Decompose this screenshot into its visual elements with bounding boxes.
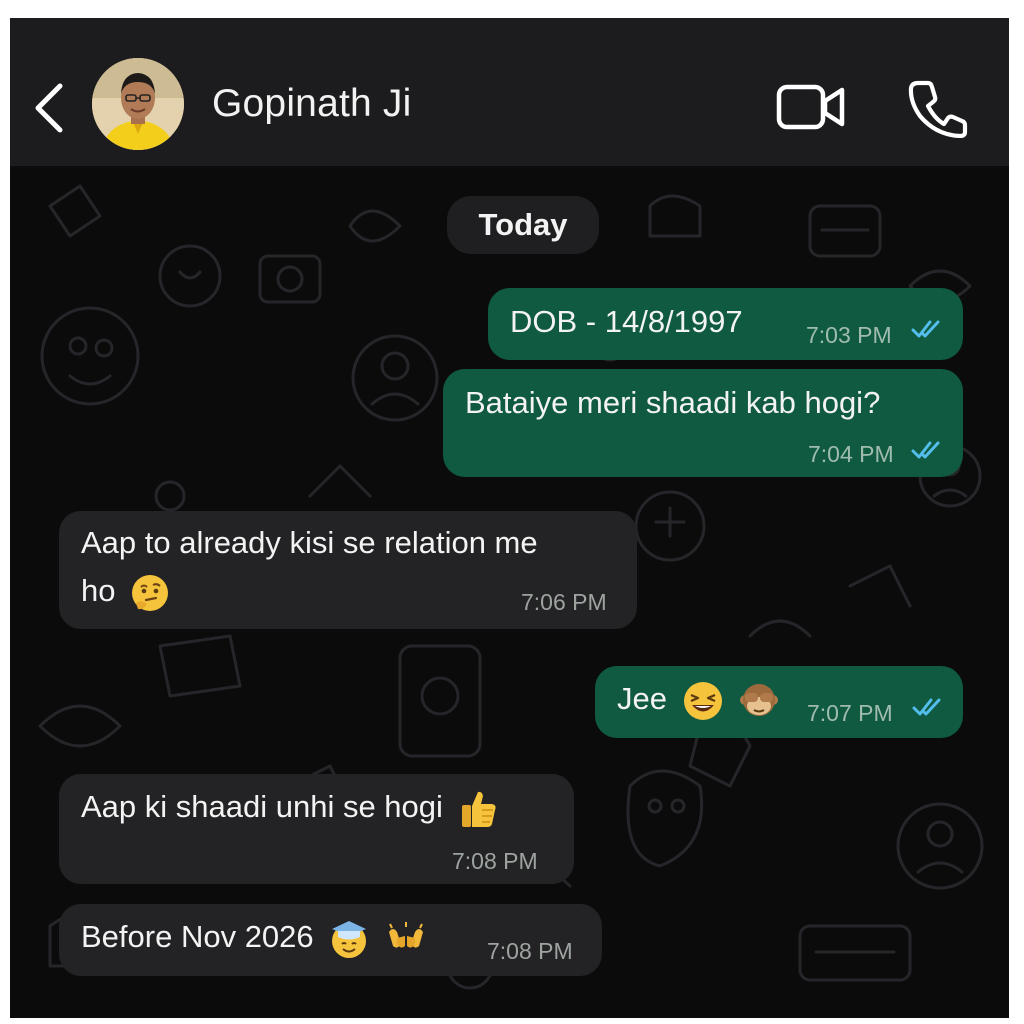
video-camera-icon <box>776 84 845 130</box>
phone-icon <box>908 80 968 139</box>
thumbs-up-icon <box>461 791 496 827</box>
read-receipt-icon <box>911 320 940 338</box>
message-text: Jee <box>617 680 780 722</box>
message-text-line1: Aap to already kisi se relation me <box>81 525 538 560</box>
contact-name[interactable]: Gopinath Ji <box>212 82 412 126</box>
message-text-line2-text: ho <box>81 573 116 609</box>
chevron-left-icon <box>35 83 63 133</box>
raised-hands-icon <box>388 922 423 948</box>
message-text: Before Nov 2026 <box>81 918 427 960</box>
incoming-message[interactable]: Aap ki shaadi unhi se hogi 7:08 PM <box>59 774 574 884</box>
message-text-content: Aap ki shaadi unhi se hogi <box>81 789 443 825</box>
message-text-line2: ho <box>81 573 170 613</box>
grinning-squinting-face-icon <box>683 682 722 720</box>
chat-header: Gopinath Ji <box>10 18 1009 166</box>
see-no-evil-monkey-icon <box>740 684 779 716</box>
message-list[interactable]: Today DOB - 14/8/1997 7:03 PM Bataiye me… <box>10 166 1009 1018</box>
message-text: Aap ki shaadi unhi se hogi <box>81 788 500 830</box>
message-time: 7:08 PM <box>487 938 573 964</box>
outgoing-message[interactable]: Bataiye meri shaadi kab hogi? 7:04 PM <box>443 369 963 477</box>
message-time: 7:04 PM <box>808 441 894 467</box>
message-text-content: Before Nov 2026 <box>81 919 314 955</box>
message-text: DOB - 14/8/1997 <box>510 304 743 339</box>
contact-avatar[interactable] <box>92 58 184 150</box>
read-receipt-icon <box>912 698 941 716</box>
incoming-message[interactable]: Before Nov 2026 7:08 PM <box>59 904 602 976</box>
read-receipt-icon <box>911 441 940 459</box>
graduation-cap-face-icon <box>332 921 367 958</box>
chat-window: Gopinath Ji Today DOB - 14/8/1997 7:03 P… <box>10 18 1009 1018</box>
back-button[interactable] <box>32 82 66 134</box>
incoming-message[interactable]: Aap to already kisi se relation me ho 7:… <box>59 511 637 629</box>
date-separator: Today <box>447 196 599 254</box>
message-time: 7:07 PM <box>807 700 893 726</box>
avatar-image <box>92 58 184 150</box>
message-time: 7:03 PM <box>806 322 892 348</box>
video-call-button[interactable] <box>776 82 846 132</box>
outgoing-message[interactable]: DOB - 14/8/1997 7:03 PM <box>488 288 963 360</box>
message-time: 7:06 PM <box>521 589 607 615</box>
message-time: 7:08 PM <box>452 848 538 874</box>
message-text-content: Jee <box>617 681 667 717</box>
thinking-face-icon <box>132 575 169 611</box>
outgoing-message[interactable]: Jee 7:07 PM <box>595 666 963 738</box>
voice-call-button[interactable] <box>906 78 968 139</box>
message-text: Bataiye meri shaadi kab hogi? <box>465 385 881 420</box>
